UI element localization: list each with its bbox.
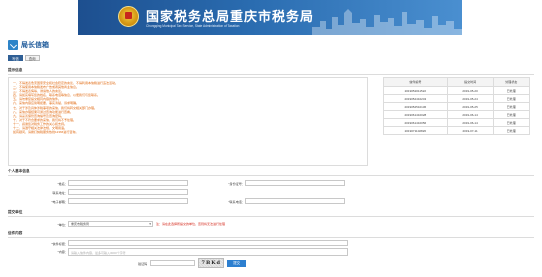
captcha-field[interactable] [150, 260, 196, 266]
name-field[interactable] [68, 180, 188, 186]
tax-emblem-icon [118, 6, 139, 27]
table-cell: 2019061410028 [383, 110, 448, 119]
captcha-image-text: 7BKd [201, 260, 222, 266]
notice-line: 如有疑问，请拨打纳税服务热线12366进行咨询。 [13, 130, 79, 135]
table-cell: 2019-05-24 [446, 94, 494, 103]
divider [8, 216, 534, 217]
city-skyline-icon [312, 9, 462, 35]
table-cell: 2019061410056 [383, 118, 448, 127]
divider [8, 175, 534, 176]
subject-label: *信件标题： [51, 241, 68, 246]
table-header-cell: 提交时间 [446, 77, 494, 87]
table-cell: 2019-05-20 [446, 86, 494, 95]
table-cell: 2019-07-11 [446, 126, 494, 135]
notice-section-label: 提示信息 [8, 68, 23, 72]
subject-row: *信件标题： [8, 240, 348, 246]
table-cell: 2019052510136 [383, 102, 448, 111]
name-row: *姓名： [8, 180, 188, 186]
address-field[interactable] [68, 189, 188, 195]
table-cell: 2019-06-14 [446, 118, 494, 127]
subject-field[interactable] [68, 240, 348, 246]
header-banner: 国家税务总局重庆市税务局 Chongqing Municipal Tax Ser… [78, 0, 462, 35]
divider [8, 237, 534, 238]
captcha-label: 验证码 [138, 261, 148, 266]
notice-panel: 一、不得发表危害国家安全和社会稳定的言论，不得利用本信箱进行违法活动。 二、不得… [8, 77, 368, 166]
phone-field[interactable] [245, 198, 345, 204]
table-cell: 已处理 [492, 126, 530, 135]
table-cell: 已处理 [492, 86, 530, 95]
idcard-label: *身份证号： [228, 181, 245, 186]
page-title-text: 局长信箱 [21, 42, 49, 49]
email-row: *电子邮箱： [8, 198, 188, 204]
banner-subtitle: Chongqing Municipal Tax Service, State A… [146, 24, 240, 28]
content-textarea[interactable]: 请输入信件内容，最多可输入3000个字符 [68, 248, 348, 256]
table-cell: 已处理 [492, 118, 530, 127]
unit-hint: 注：请在此选择所提交的单位，否则将无法进行处理 [156, 222, 226, 226]
letters-table: 信件编号 提交时间 处理状态 2019052011522 2019-05-20 … [383, 77, 530, 135]
phone-label: *联系电话： [228, 199, 245, 204]
name-label: *姓名： [57, 181, 69, 186]
table-cell: 2019-06-14 [446, 110, 494, 119]
edit-icon [8, 40, 18, 50]
letter-section-label: 信件内容 [8, 231, 23, 235]
table-row[interactable]: 2019052011522 2019-05-20 已处理 [383, 86, 530, 95]
table-cell: 2019071102826 [383, 126, 448, 135]
unit-label: *单位： [57, 222, 69, 227]
table-cell: 2019052410243 [383, 94, 448, 103]
unit-select[interactable]: 重庆市税务局 [68, 221, 153, 227]
tab-write[interactable]: 写信 [8, 55, 23, 61]
divider [8, 74, 534, 75]
table-cell: 2019-05-25 [446, 102, 494, 111]
unit-section-label: 提交单位 [8, 210, 23, 214]
captcha-row: 验证码 7BKd 提交 [138, 258, 247, 268]
personal-section-label: 个人基本信息 [8, 169, 30, 173]
banner-title: 国家税务总局重庆市税务局 [146, 10, 315, 25]
table-row[interactable]: 2019061410056 2019-06-14 已处理 [383, 118, 530, 127]
content-row: *内容： 请输入信件内容，最多可输入3000个字符 [8, 248, 348, 256]
page-title: 局长信箱 [8, 40, 49, 50]
table-cell: 已处理 [492, 102, 530, 111]
email-label: *电子邮箱： [51, 199, 68, 204]
table-cell: 已处理 [492, 110, 530, 119]
table-header-cell: 处理状态 [492, 77, 530, 87]
table-cell: 2019052011522 [383, 86, 448, 95]
content-label: *内容： [57, 250, 69, 254]
unit-row: *单位： 重庆市税务局 注：请在此选择所提交的单位，否则将无法进行处理 [8, 221, 225, 227]
table-row[interactable]: 2019052410243 2019-05-24 已处理 [383, 94, 530, 103]
captcha-image[interactable]: 7BKd [198, 258, 225, 268]
table-row[interactable]: 2019061410028 2019-06-14 已处理 [383, 110, 530, 119]
tab-bar: 写信 查询 [8, 55, 40, 61]
table-row[interactable]: 2019052510136 2019-05-25 已处理 [383, 102, 530, 111]
table-row[interactable]: 2019071102826 2019-07-11 已处理 [383, 126, 530, 135]
address-row: 联系地址： [8, 189, 188, 195]
phone-row: *联系电话： [190, 198, 345, 204]
table-header-row: 信件编号 提交时间 处理状态 [383, 77, 530, 87]
email-field[interactable] [68, 198, 188, 204]
submit-button[interactable]: 提交 [227, 259, 247, 267]
tab-query[interactable]: 查询 [24, 55, 40, 61]
idcard-row: *身份证号： [190, 180, 345, 186]
address-label: 联系地址： [52, 190, 68, 195]
idcard-field[interactable] [245, 180, 345, 186]
table-header-cell: 信件编号 [383, 77, 448, 87]
table-cell: 已处理 [492, 94, 530, 103]
